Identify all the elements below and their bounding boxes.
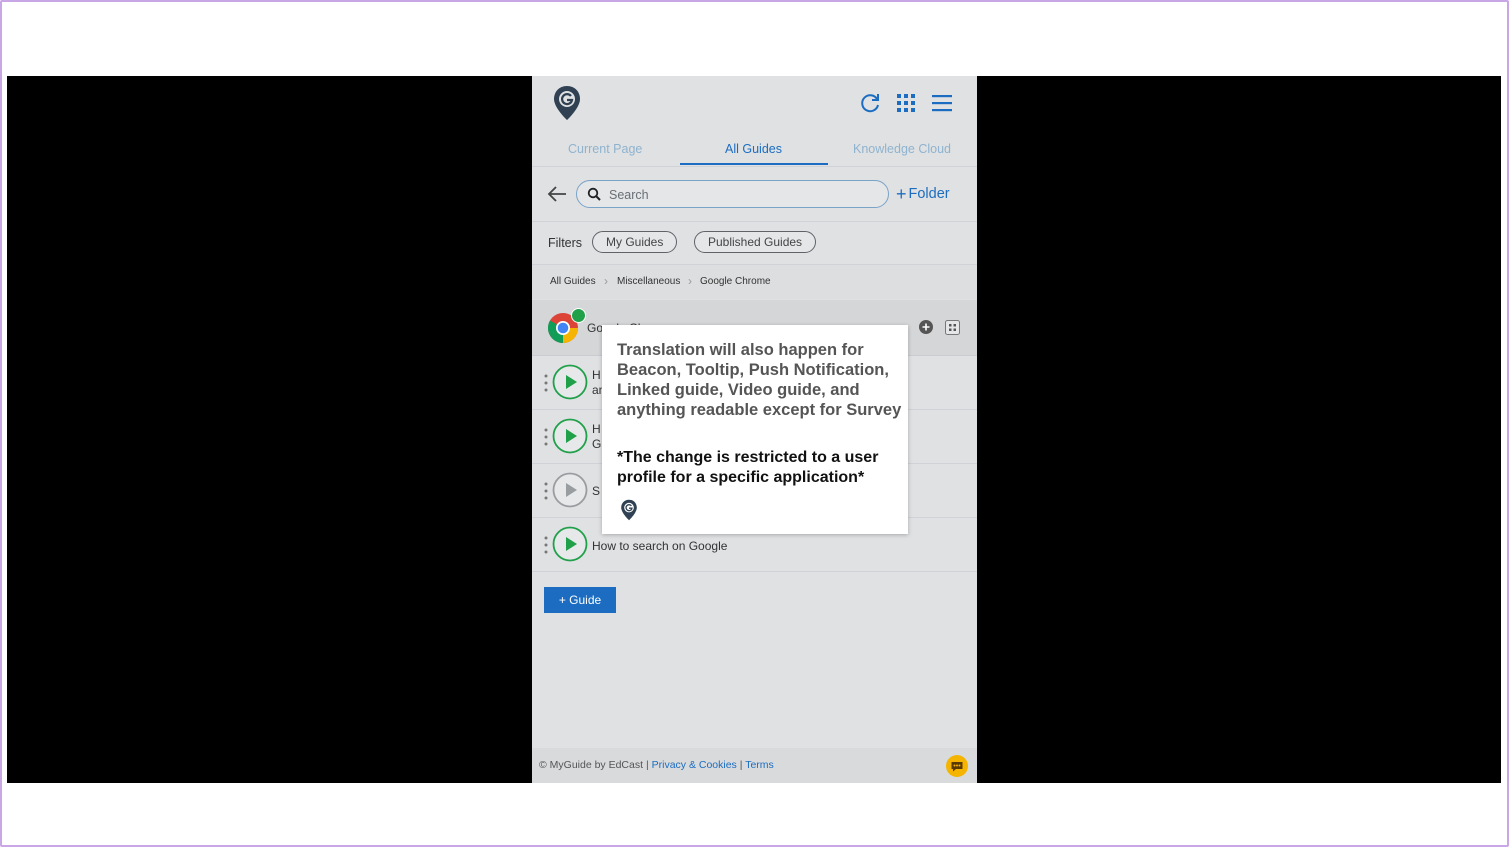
footer-separator: | <box>645 759 649 771</box>
add-guide-button[interactable]: + Guide <box>544 587 616 613</box>
tab-bar: Current Page All Guides Knowledge Cloud <box>532 130 977 167</box>
guide-title-line2: G <box>592 437 602 451</box>
breadcrumb-miscellaneous[interactable]: Miscellaneous <box>617 276 680 287</box>
play-icon[interactable] <box>552 364 588 400</box>
tab-knowledge-cloud[interactable]: Knowledge Cloud <box>853 142 951 156</box>
search-row: +Folder <box>532 167 977 222</box>
guide-title: S <box>592 484 601 498</box>
search-input[interactable] <box>607 184 881 206</box>
folder-options-icon[interactable] <box>945 320 960 335</box>
breadcrumb-google-chrome[interactable]: Google Chrome <box>700 276 771 287</box>
plus-icon: + <box>896 184 907 204</box>
drag-handle-icon[interactable] <box>544 481 548 501</box>
add-folder-button[interactable]: + Folder <box>896 184 950 205</box>
tab-current-page[interactable]: Current Page <box>568 142 642 156</box>
search-box <box>576 180 889 208</box>
guide-title: H <box>592 422 601 436</box>
info-tooltip: Translation will also happen for Beacon,… <box>602 325 908 534</box>
filter-my-guides[interactable]: My Guides <box>592 231 678 253</box>
active-tab-indicator <box>680 163 828 165</box>
myguide-logo-icon[interactable] <box>552 85 582 121</box>
play-icon[interactable] <box>552 418 588 454</box>
filters-label: Filters <box>548 236 583 250</box>
breadcrumb-all-guides[interactable]: All Guides <box>550 276 596 287</box>
drag-handle-icon[interactable] <box>544 427 548 447</box>
drag-handle-icon[interactable] <box>544 373 548 393</box>
footer-text: © MyGuide by EdCast | Privacy & Cookies … <box>539 759 774 771</box>
chat-bubble-icon[interactable] <box>946 755 968 777</box>
guide-title: How to search on Google <box>592 539 728 553</box>
published-check-icon <box>571 308 586 323</box>
tooltip-message: Translation will also happen for Beacon,… <box>617 341 902 419</box>
apps-grid-icon[interactable] <box>894 91 918 115</box>
privacy-cookies-link[interactable]: Privacy & Cookies <box>652 759 737 771</box>
chevron-right-icon: › <box>604 274 608 288</box>
refresh-icon[interactable] <box>858 91 882 115</box>
tab-all-guides[interactable]: All Guides <box>725 142 782 156</box>
panel-header <box>532 76 977 130</box>
guide-title: H <box>592 368 601 382</box>
drag-handle-icon[interactable] <box>544 535 548 555</box>
filters-row: Filters My Guides Published Guides <box>532 222 977 265</box>
hamburger-menu-icon[interactable] <box>930 91 954 115</box>
tooltip-note: *The change is restricted to a user prof… <box>617 449 879 486</box>
footer-separator: | <box>739 759 743 771</box>
terms-link[interactable]: Terms <box>745 759 774 771</box>
panel-footer: © MyGuide by EdCast | Privacy & Cookies … <box>532 748 977 783</box>
filter-published-guides[interactable]: Published Guides <box>694 231 817 253</box>
play-icon[interactable] <box>552 526 588 562</box>
breadcrumb: All Guides › Miscellaneous › Google Chro… <box>532 265 977 299</box>
play-disabled-icon[interactable] <box>552 472 588 508</box>
myguide-logo-icon <box>621 499 637 521</box>
footer-copyright: © MyGuide by EdCast <box>539 759 644 771</box>
search-icon <box>587 187 601 201</box>
chevron-right-icon: › <box>688 274 692 288</box>
back-arrow-icon[interactable] <box>546 183 568 205</box>
add-circle-icon[interactable] <box>919 320 933 334</box>
